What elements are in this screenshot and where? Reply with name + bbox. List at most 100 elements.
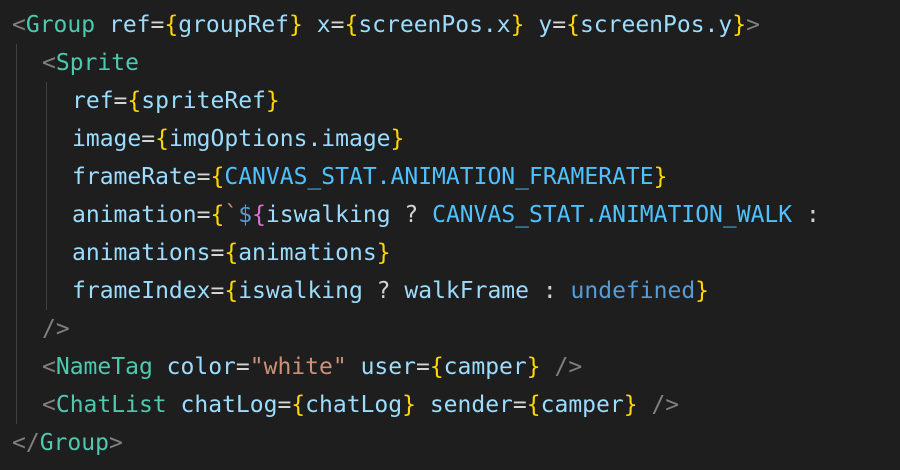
operator: = [150, 12, 165, 38]
tag-self-close: /> [42, 316, 70, 342]
variable: iswalking [238, 278, 363, 304]
brace: } [390, 126, 405, 152]
operator: = [415, 354, 430, 380]
attr-name: color [166, 354, 236, 380]
constant: CANVAS_STAT.ANIMATION_FRAMERATE [224, 164, 654, 190]
brace: } [265, 88, 280, 114]
indent-guide [16, 234, 17, 272]
operator: = [141, 126, 156, 152]
variable: spriteRef [141, 88, 266, 114]
operator: = [113, 88, 128, 114]
tag-open-bracket: < [42, 50, 56, 76]
brace: { [344, 12, 359, 38]
brace: } [653, 164, 668, 190]
code-line-9: /> [0, 310, 900, 348]
indent-guide [16, 44, 17, 82]
operator: = [235, 354, 250, 380]
brace: { [252, 202, 266, 228]
variable: groupRef [178, 12, 290, 38]
template-backtick: ` [224, 202, 239, 228]
indent-guide [16, 348, 17, 386]
code-editor[interactable]: <Group ref={groupRef} x={screenPos.x} y=… [0, 0, 900, 470]
keyword: undefined [570, 278, 696, 304]
brace: } [376, 240, 391, 266]
brace: { [291, 392, 306, 418]
variable: screenPos.y [579, 12, 733, 38]
code-line-11: <ChatList chatLog={chatLog} sender={camp… [0, 386, 900, 424]
attr-name: sender [429, 392, 513, 418]
operator: = [210, 240, 225, 266]
variable: walkFrame [404, 278, 529, 304]
attr-name: animation [72, 202, 197, 228]
indent-guide [16, 82, 17, 120]
operator: = [196, 202, 211, 228]
brace: { [164, 12, 179, 38]
template-dollar: $ [238, 202, 253, 228]
code-line-7: animations={animations} [0, 234, 900, 272]
indent-guide [46, 120, 47, 158]
code-line-10: <NameTag color="white" user={camper} /> [0, 348, 900, 386]
code-line-4: image={imgOptions.image} [0, 120, 900, 158]
code-line-6: animation={`${iswalking ? CANVAS_STAT.AN… [0, 196, 900, 234]
indent-guide [16, 196, 17, 234]
brace: } [510, 12, 525, 38]
code-line-12: </Group> [0, 424, 900, 462]
attr-name: x [316, 12, 331, 38]
tag-name: Group [25, 12, 96, 38]
operator: = [196, 164, 211, 190]
brace: { [526, 392, 541, 418]
variable: iswalking [265, 202, 391, 228]
operator: : [529, 278, 571, 304]
brace: } [289, 12, 303, 38]
tag-name: Group [39, 430, 109, 456]
variable: imgOptions.image [168, 126, 391, 152]
tag-self-close: /> [651, 392, 680, 418]
brace: { [155, 126, 169, 152]
tag-close-open-bracket: </ [12, 430, 40, 456]
attr-name: ref [108, 12, 151, 38]
indent-guide [46, 196, 47, 234]
tag-close-bracket: > [108, 430, 123, 456]
indent-guide [16, 120, 17, 158]
brace: { [566, 12, 580, 38]
brace: } [623, 392, 638, 418]
indent-guide [46, 234, 47, 272]
indent-guide [16, 272, 17, 310]
indent-guide [16, 310, 17, 348]
operator: = [512, 392, 527, 418]
attr-name: chatLog [180, 392, 278, 418]
variable: chatLog [305, 392, 403, 418]
attr-name: ref [72, 88, 114, 114]
code-line-3: ref={spriteRef} [0, 82, 900, 120]
tag-name: ChatList [55, 392, 167, 418]
brace: } [402, 392, 416, 418]
tag-name: NameTag [55, 354, 153, 380]
tag-open-bracket: < [42, 392, 56, 418]
indent-guide [16, 386, 17, 424]
attr-name: image [72, 126, 142, 152]
operator: : [792, 202, 820, 228]
attr-name: frameRate [72, 164, 197, 190]
indent-guide [46, 82, 47, 120]
attr-name: animations [72, 240, 211, 266]
brace: { [429, 354, 444, 380]
brace: { [210, 202, 225, 228]
operator: = [277, 392, 292, 418]
brace: { [127, 88, 142, 114]
constant: CANVAS_STAT.ANIMATION_WALK [432, 202, 793, 228]
operator: = [210, 278, 225, 304]
attr-name: frameIndex [72, 278, 211, 304]
brace: } [732, 12, 747, 38]
variable: camper [540, 392, 624, 418]
brace: } [695, 278, 710, 304]
operator: = [552, 12, 567, 38]
indent-guide [46, 272, 47, 310]
string-literal: "white" [249, 354, 347, 380]
brace: { [210, 164, 225, 190]
operator: ? [390, 202, 433, 228]
tag-name: Sprite [55, 50, 139, 76]
variable: screenPos.x [358, 12, 511, 38]
indent-guide [46, 158, 47, 196]
attr-name: y [538, 12, 553, 38]
tag-self-close: /> [554, 354, 583, 380]
